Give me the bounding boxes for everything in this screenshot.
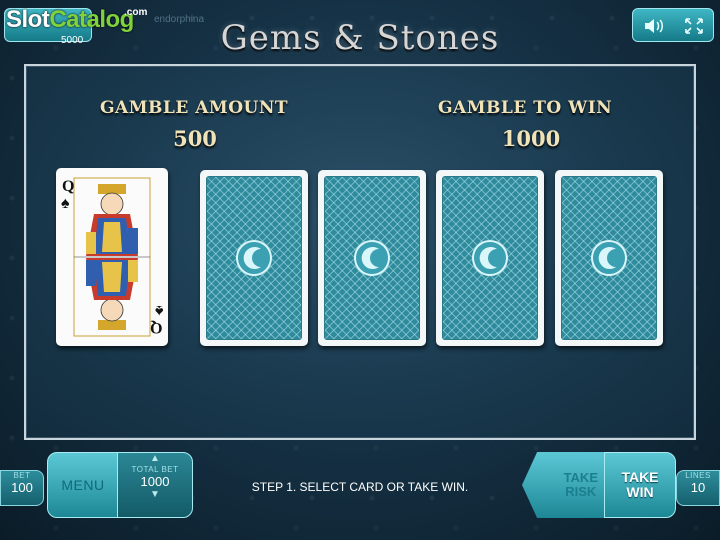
status-message: STEP 1. SELECT CARD OR TAKE WIN. bbox=[251, 480, 469, 494]
face-down-card[interactable] bbox=[318, 170, 426, 346]
lines-display: LINES 10 bbox=[676, 470, 720, 506]
gamble-amount-value: 500 bbox=[173, 126, 217, 151]
gamble-to-win-label: GAMBLE TO WIN bbox=[438, 98, 613, 118]
spade-icon: ♠ bbox=[154, 302, 164, 319]
watermark-logo: SlotCatalog bbox=[6, 6, 134, 33]
top-controls bbox=[632, 8, 714, 42]
gamble-amount-label: GAMBLE AMOUNT bbox=[100, 98, 289, 118]
take-win-button[interactable]: TAKE WIN bbox=[604, 452, 676, 518]
total-bet-label: TOTAL BET bbox=[131, 465, 179, 474]
provider-label: endorphina bbox=[154, 14, 205, 25]
credit-value: 5000 bbox=[61, 35, 84, 46]
watermark-com: .com bbox=[124, 7, 148, 18]
card-emblem-icon bbox=[472, 240, 508, 276]
take-risk-button[interactable]: TAKE RISK bbox=[522, 452, 606, 518]
bet-display: BET 100 bbox=[0, 470, 44, 506]
card-emblem-icon bbox=[591, 240, 627, 276]
card-emblem-icon bbox=[236, 240, 272, 276]
face-down-card[interactable] bbox=[200, 170, 308, 346]
face-down-card[interactable] bbox=[555, 170, 663, 346]
card-rank: Q bbox=[149, 319, 162, 336]
queen-figure-icon bbox=[73, 177, 151, 337]
total-bet-value: 1000 bbox=[140, 474, 170, 489]
lines-value: 10 bbox=[690, 480, 706, 495]
fullscreen-icon[interactable] bbox=[677, 13, 711, 39]
game-title: Gems & Stones bbox=[220, 18, 500, 58]
bet-value: 100 bbox=[11, 480, 33, 495]
spade-icon: ♠ bbox=[61, 195, 70, 212]
total-bet-display: ▲ TOTAL BET 1000 ▼ bbox=[117, 452, 193, 518]
gamble-to-win-value: 1000 bbox=[501, 126, 561, 151]
bet-label: BET bbox=[13, 471, 31, 480]
menu-button[interactable]: MENU bbox=[47, 452, 119, 518]
chevron-up-icon[interactable]: ▲ bbox=[118, 453, 192, 465]
card-emblem-icon bbox=[354, 240, 390, 276]
lines-label: LINES bbox=[685, 471, 711, 480]
face-down-card[interactable] bbox=[436, 170, 544, 346]
chevron-down-icon[interactable]: ▼ bbox=[118, 489, 192, 501]
dealer-card-queen-of-spades: Q ♠ ♠ Q bbox=[56, 168, 168, 346]
speaker-icon[interactable] bbox=[637, 13, 671, 39]
